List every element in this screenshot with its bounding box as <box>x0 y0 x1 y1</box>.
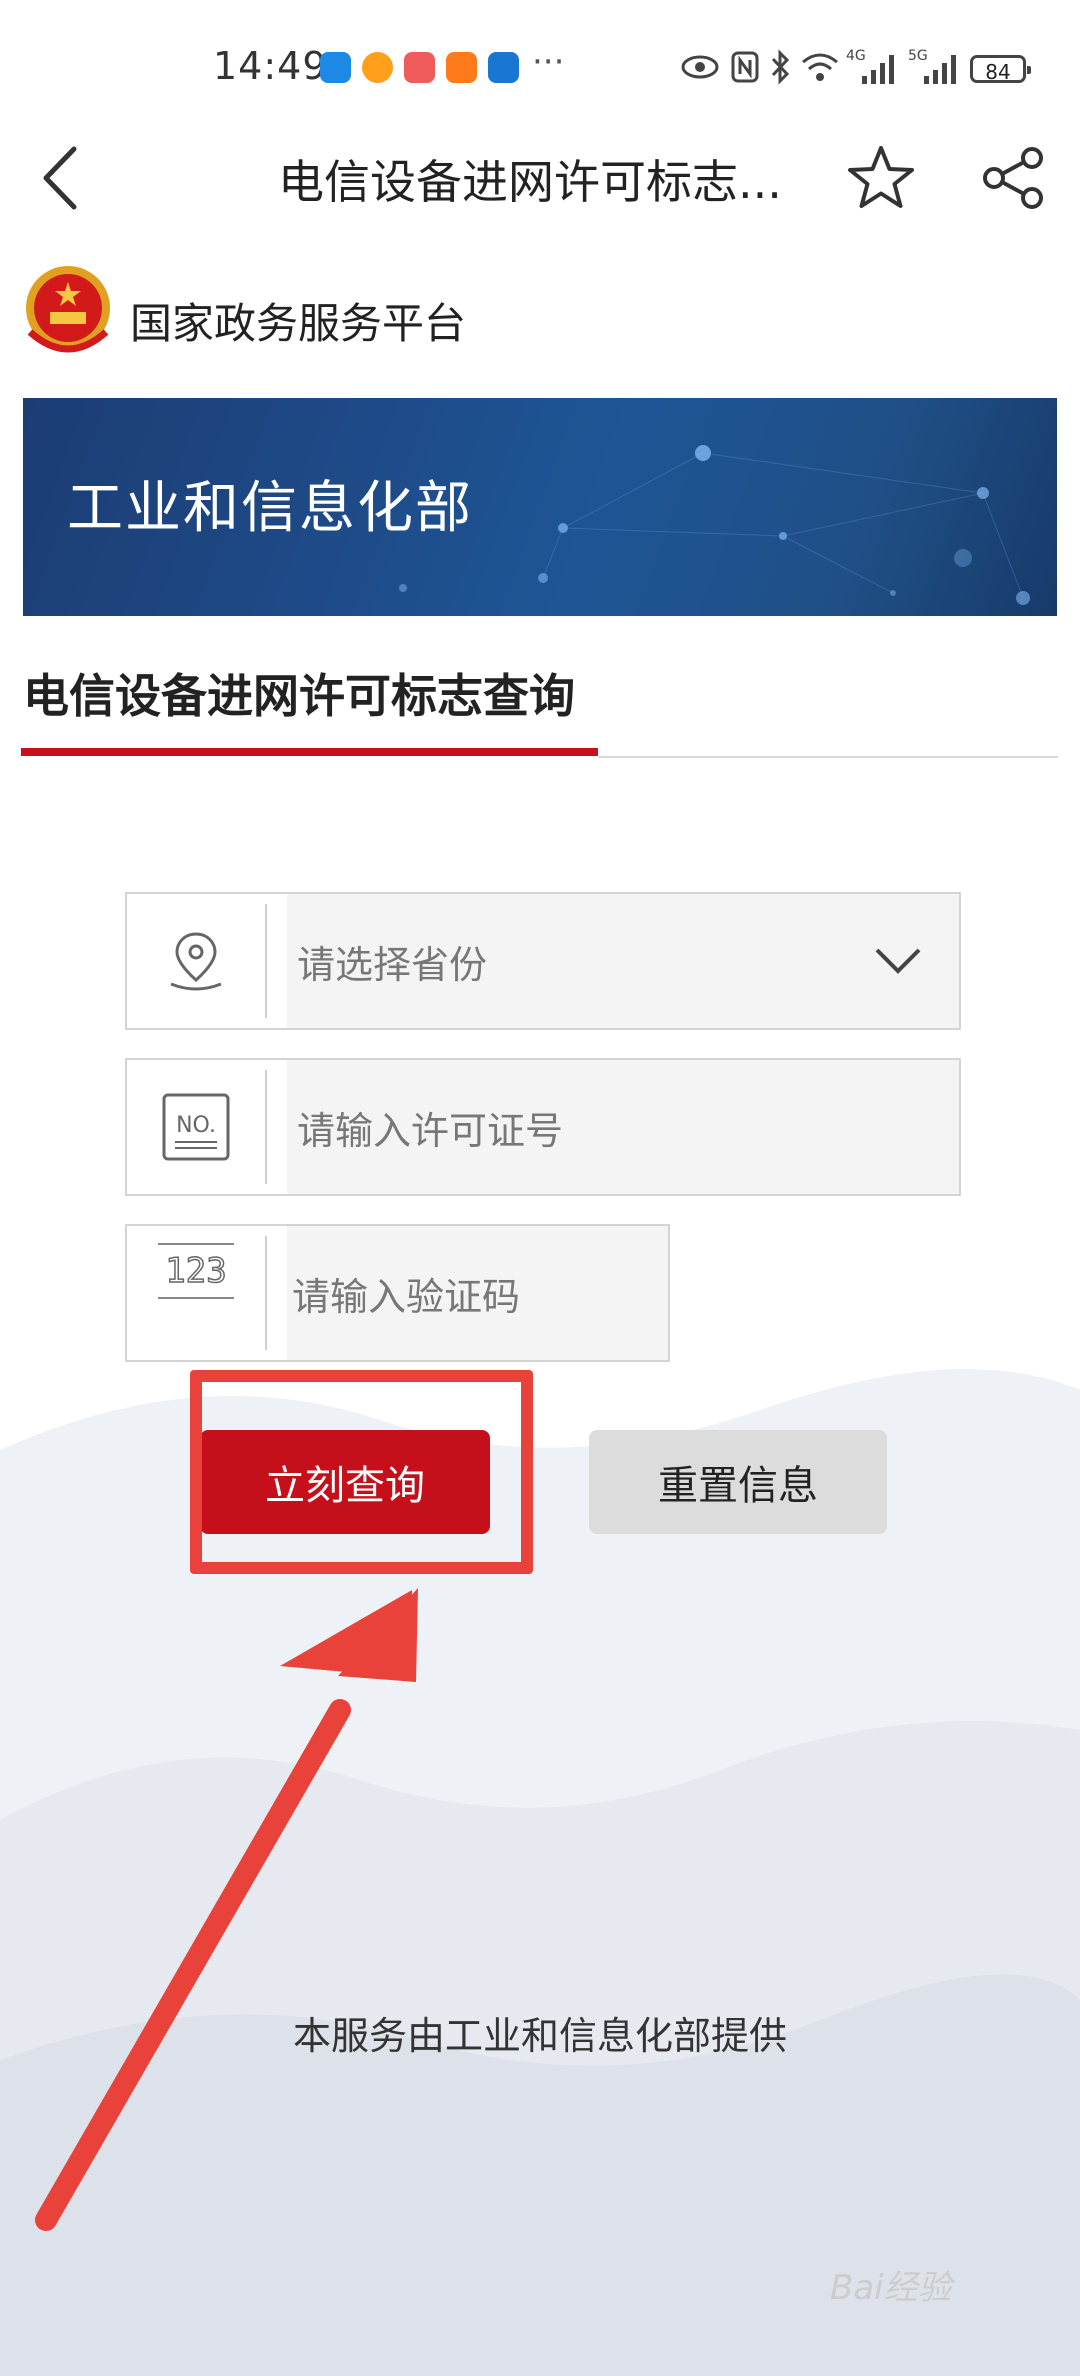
wifi-icon <box>802 53 838 81</box>
captcha-icon: 123 <box>127 1226 265 1360</box>
cell-signal-icon <box>862 55 894 84</box>
field-divider <box>265 904 267 1018</box>
location-pin-icon <box>127 894 265 1028</box>
baidu-jingyan-watermark: Bai经验 <box>830 2268 952 2308</box>
province-select[interactable]: 请选择省份 <box>125 892 961 1030</box>
captcha-input[interactable]: 123 请输入验证码 <box>125 1224 670 1362</box>
license-placeholder: 请输入许可证号 <box>297 1108 564 1153</box>
divider <box>598 756 1058 758</box>
page-title: 电信设备进网许可标志... <box>278 155 782 209</box>
no-icon-text: NO. <box>176 1113 216 1138</box>
eye-icon <box>681 55 719 79</box>
more-notifications: ··· <box>532 42 565 82</box>
notification-app-icon <box>488 52 519 83</box>
number-icon: NO. <box>127 1060 265 1194</box>
captcha-placeholder: 请输入验证码 <box>292 1274 521 1319</box>
banner-title: 工业和信息化部 <box>67 476 473 541</box>
gov-platform-title: 国家政务服务平台 <box>130 299 467 348</box>
nfc-icon <box>731 51 759 83</box>
field-divider <box>265 1070 267 1184</box>
star-icon[interactable] <box>846 144 916 212</box>
notification-app-icon <box>404 52 435 83</box>
province-placeholder: 请选择省份 <box>297 942 488 987</box>
battery-indicator: 84 <box>970 55 1031 84</box>
national-emblem-logo <box>26 266 110 353</box>
captcha-icon-text: 123 <box>165 1251 226 1291</box>
back-arrow-icon[interactable] <box>40 145 80 211</box>
arrow-annotation <box>35 1588 418 2231</box>
reset-button[interactable]: 重置信息 <box>589 1430 887 1534</box>
notification-app-icon <box>320 52 351 83</box>
active-tab-underline <box>21 748 598 756</box>
ministry-banner: 工业和信息化部 <box>23 398 1057 616</box>
chevron-down-icon <box>875 948 921 974</box>
license-number-input[interactable]: NO. 请输入许可证号 <box>125 1058 961 1196</box>
cell-signal-icon <box>924 55 956 84</box>
share-icon[interactable] <box>980 146 1048 210</box>
notification-app-icon <box>362 52 393 83</box>
field-divider <box>265 1236 267 1350</box>
footer-text: 本服务由工业和信息化部提供 <box>292 2014 787 2058</box>
bluetooth-icon <box>771 49 790 85</box>
status-time: 14:49 <box>213 44 328 88</box>
highlight-box-annotation <box>190 1370 533 1574</box>
section-title: 电信设备进网许可标志查询 <box>23 669 575 723</box>
taobao-icon <box>446 52 477 83</box>
